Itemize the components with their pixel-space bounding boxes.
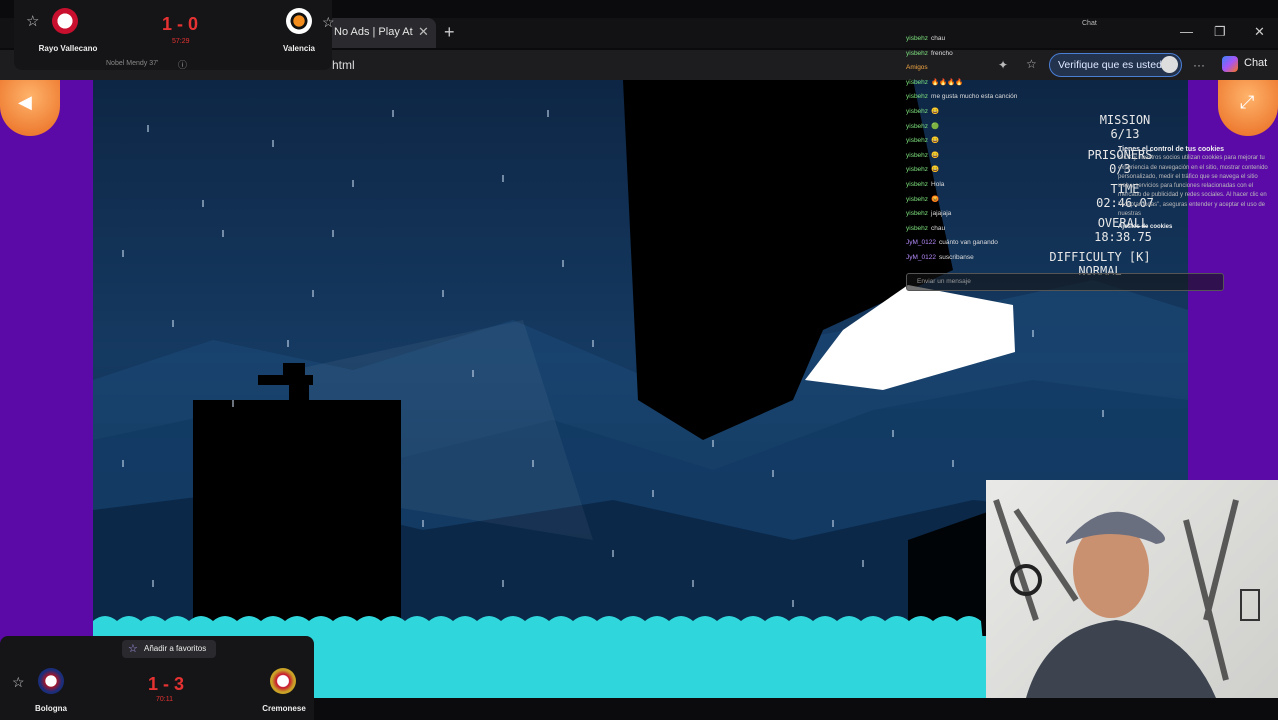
favorite-star-icon[interactable]: ☆	[26, 12, 39, 30]
chat-username[interactable]: yisbehz	[906, 196, 928, 203]
tab-title: No Ads | Play At	[334, 26, 413, 38]
chat-username[interactable]: yisbehz	[906, 93, 928, 100]
chat-text: me gusta mucho esta canción	[931, 93, 1018, 101]
profile-avatar	[1161, 56, 1178, 73]
chat-input-placeholder: Enviar un mensaje	[917, 278, 971, 285]
chat-message: yisbehz chau	[906, 32, 1136, 47]
url-text[interactable]: html	[332, 58, 355, 72]
home-team-name: Bologna	[35, 704, 67, 713]
add-favorite-label: Añadir a favoritos	[144, 644, 207, 653]
add-favorite-button[interactable]: ☆ Añadir a favoritos	[122, 640, 216, 658]
chat-username[interactable]: JyM_0122	[906, 239, 936, 246]
chat-text: 🟢	[931, 122, 940, 130]
chat-message: JyM_0122 cuánto van ganando	[906, 236, 1136, 251]
scorer-text: Nobel Mendy 37'	[106, 60, 159, 67]
chat-message: yisbehz 😀	[906, 134, 1136, 149]
favorite-star-icon-2[interactable]: ☆	[322, 14, 335, 31]
chat-text: frencho	[931, 49, 953, 57]
chat-username[interactable]: yisbehz	[906, 181, 928, 188]
more-icon[interactable]: ···	[1193, 58, 1205, 72]
cookie-notice: Tienes el control de tus cookies KICK y …	[1118, 145, 1268, 233]
streamer-picture	[993, 499, 1260, 698]
chat-username[interactable]: yisbehz	[906, 108, 928, 115]
fullscreen-icon: ⤢	[1240, 92, 1255, 112]
browser-tab[interactable]: No Ads | Play At ✕	[326, 18, 436, 48]
cookie-title: Tienes el control de tus cookies	[1118, 146, 1225, 153]
chat-message: yisbehz 😀	[906, 163, 1136, 178]
chat-text: 😡	[931, 195, 940, 203]
chat-message: yisbehz 🔥🔥🔥🔥	[906, 76, 1136, 91]
back-arrow-icon: ◀	[18, 92, 32, 112]
chat-message: yisbehz jajajaja	[906, 207, 1136, 222]
chat-username[interactable]: yisbehz	[906, 225, 928, 232]
away-team-name: Valencia	[282, 44, 316, 53]
chat-button[interactable]: Chat	[1244, 57, 1267, 69]
chat-text: 😀	[931, 107, 940, 115]
bottom-minute: 70:11	[156, 696, 173, 703]
copilot-icon[interactable]	[1222, 56, 1238, 72]
chat-message: yisbehz 😀	[906, 105, 1136, 120]
chat-username[interactable]: yisbehz	[906, 137, 928, 144]
webcam-feed	[986, 480, 1278, 698]
info-icon[interactable]: ⓘ	[178, 58, 187, 71]
chat-message: yisbehz frencho	[906, 47, 1136, 62]
chat-message: yisbehz 😀	[906, 149, 1136, 164]
stream-chat: yisbehz chau yisbehz frencho Amigos yisbehz 🔥🔥…	[906, 32, 1136, 266]
chat-text: 😀	[931, 137, 940, 145]
chat-message: JyM_0122 suscribanse	[906, 251, 1136, 266]
cremonese-crest	[270, 668, 296, 694]
top-minute: 57:29	[172, 38, 190, 45]
chat-username[interactable]: yisbehz	[906, 79, 928, 86]
chat-message: yisbehz Hola	[906, 178, 1136, 193]
chat-text: 😀	[931, 166, 940, 174]
bottom-score: 1 - 3	[148, 674, 185, 694]
minimize-icon[interactable]: —	[1180, 24, 1193, 39]
chat-text: jajajaja	[931, 210, 952, 218]
chat-text: 🔥🔥🔥🔥	[931, 78, 964, 86]
chat-message: yisbehz 😡	[906, 193, 1136, 208]
chat-text: chau	[931, 35, 946, 42]
chat-text: Hola	[931, 180, 945, 188]
chat-message: Amigos	[906, 61, 1136, 76]
chat-username[interactable]: yisbehz	[906, 35, 928, 42]
bologna-crest	[38, 668, 64, 694]
rayo-crest	[52, 8, 78, 34]
star-icon: ☆	[128, 643, 138, 655]
restore-icon[interactable]: ❐	[1214, 24, 1226, 40]
chat-text: chau	[931, 224, 946, 232]
close-icon[interactable]: ✕	[418, 24, 429, 40]
cookie-settings-link[interactable]: Ajustes de cookies	[1118, 223, 1268, 232]
chat-message-input[interactable]: Enviar un mensaje	[906, 273, 1224, 291]
home-team-name: Rayo Vallecano	[38, 44, 98, 53]
chat-username[interactable]: yisbehz	[906, 50, 928, 57]
valencia-crest	[286, 8, 312, 34]
chat-text: 😀	[931, 151, 940, 159]
cliff	[193, 400, 401, 636]
chat-message: yisbehz 🟢	[906, 120, 1136, 135]
chat-text: cuánto van ganando	[939, 239, 998, 247]
top-score: 1 - 0	[162, 14, 199, 34]
away-team-name: Cremonese	[262, 704, 306, 713]
favorite-star-icon[interactable]: ☆	[12, 674, 25, 691]
chat-window-title: Chat	[1082, 20, 1097, 27]
chat-message: yisbehz me gusta mucho esta canción	[906, 90, 1136, 105]
chat-username[interactable]: yisbehz	[906, 123, 928, 130]
close-window-icon[interactable]: ✕	[1254, 24, 1265, 40]
chat-text: suscribanse	[939, 253, 974, 261]
new-tab-button[interactable]: +	[444, 22, 455, 43]
chat-username[interactable]: yisbehz	[906, 210, 928, 217]
chat-text: Amigos	[906, 64, 928, 72]
chat-message: yisbehz chau	[906, 222, 1136, 237]
chat-username[interactable]: yisbehz	[906, 152, 928, 159]
chat-username[interactable]: JyM_0122	[906, 254, 936, 261]
chat-username[interactable]: yisbehz	[906, 166, 928, 173]
cookie-body: KICK y nuestros socios utilizan cookies …	[1118, 155, 1268, 218]
score-widget-top: ☆ Rayo Vallecano 1 - 0 57:29 Valencia No…	[14, 0, 332, 70]
